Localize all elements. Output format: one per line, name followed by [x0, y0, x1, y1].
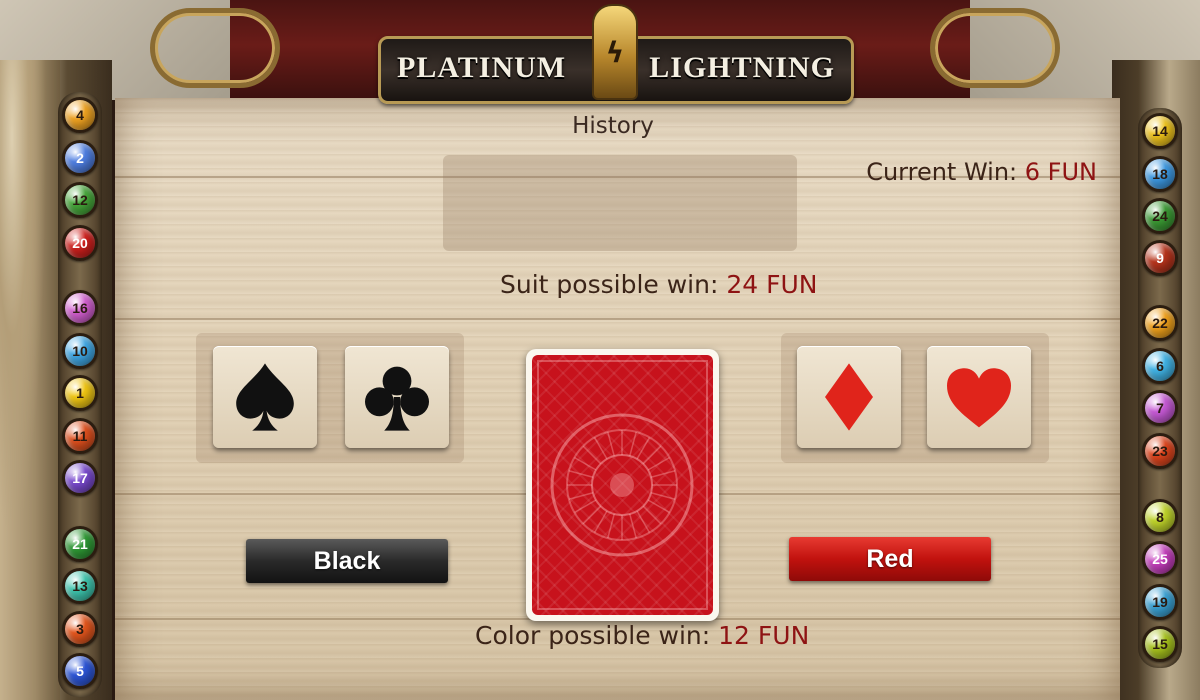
- ornament-left: [150, 8, 280, 88]
- color-win-value: 12 FUN: [718, 621, 810, 650]
- heart-button[interactable]: [927, 346, 1031, 448]
- ball-4: 4: [62, 97, 98, 133]
- statue-decoration: [0, 60, 60, 700]
- ball-11: 11: [62, 418, 98, 454]
- ball-23: 23: [1142, 433, 1178, 469]
- plank-line: [115, 318, 1120, 320]
- current-win: Current Win: 6 FUN: [866, 158, 1097, 186]
- ball-25: 25: [1142, 541, 1178, 577]
- ball-22: 22: [1142, 305, 1178, 341]
- red-suit-group: [781, 333, 1049, 463]
- color-win-label: Color possible win:: [475, 621, 711, 650]
- ball-14: 14: [1142, 113, 1178, 149]
- card-back: [526, 349, 719, 621]
- club-button[interactable]: [345, 346, 449, 448]
- lightning-emblem-icon: ϟ: [592, 4, 638, 100]
- heart-icon: [947, 368, 1011, 428]
- lightning-icon: ϟ: [605, 35, 625, 69]
- history-label: History: [572, 113, 654, 139]
- ball-12: 12: [62, 182, 98, 218]
- spade-icon: [236, 363, 294, 431]
- ball-15: 15: [1142, 626, 1178, 662]
- spade-button[interactable]: [213, 346, 317, 448]
- ball-13: 13: [62, 568, 98, 604]
- ball-2: 2: [62, 140, 98, 176]
- logo-text-left: PLATINUM: [397, 51, 567, 84]
- ornament-right: [930, 8, 1060, 88]
- ball-17: 17: [62, 460, 98, 496]
- ball-16: 16: [62, 290, 98, 326]
- black-suit-group: [196, 333, 464, 463]
- red-button[interactable]: Red: [789, 537, 991, 581]
- card-pattern: [532, 355, 713, 615]
- ball-21: 21: [62, 526, 98, 562]
- ball-20: 20: [62, 225, 98, 261]
- ball-18: 18: [1142, 156, 1178, 192]
- suit-win-label: Suit possible win:: [500, 270, 719, 299]
- diamond-icon: [825, 363, 873, 431]
- ball-5: 5: [62, 653, 98, 689]
- current-win-value: 6 FUN: [1024, 158, 1097, 186]
- history-box: [443, 155, 797, 251]
- ball-3: 3: [62, 611, 98, 647]
- ball-8: 8: [1142, 499, 1178, 535]
- ball-6: 6: [1142, 348, 1178, 384]
- current-win-label: Current Win:: [866, 158, 1018, 186]
- black-button[interactable]: Black: [246, 539, 448, 583]
- ball-10: 10: [62, 333, 98, 369]
- ball-24: 24: [1142, 198, 1178, 234]
- ball-19: 19: [1142, 584, 1178, 620]
- card-mandala-icon: [537, 360, 708, 610]
- diamond-button[interactable]: [797, 346, 901, 448]
- color-possible-win: Color possible win: 12 FUN: [475, 621, 809, 650]
- ball-1: 1: [62, 375, 98, 411]
- suit-win-value: 24 FUN: [726, 270, 818, 299]
- ball-9: 9: [1142, 240, 1178, 276]
- club-icon: [365, 366, 429, 431]
- logo-text-right: LIGHTNING: [649, 51, 835, 84]
- suit-possible-win: Suit possible win: 24 FUN: [500, 270, 817, 299]
- ball-7: 7: [1142, 390, 1178, 426]
